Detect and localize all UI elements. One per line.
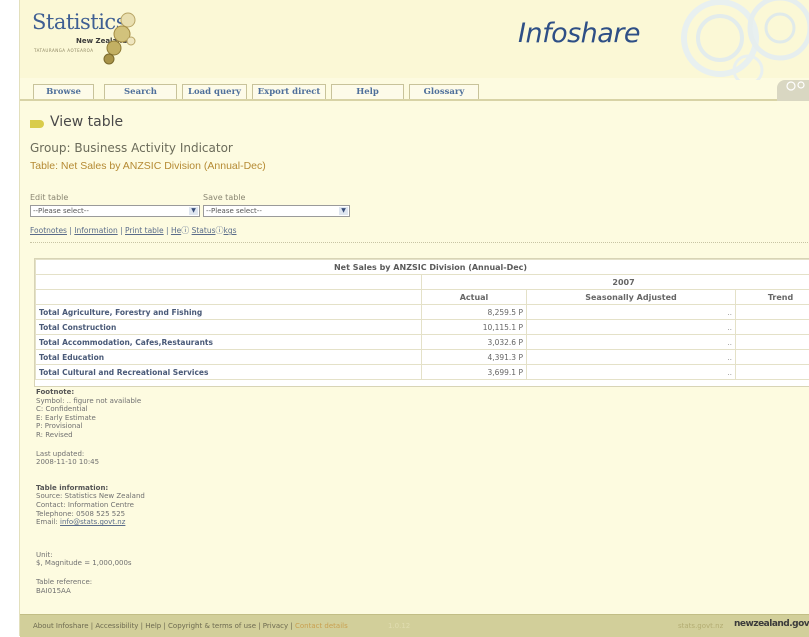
nav-corner-decoration: [777, 80, 809, 101]
heading-marker-icon: [30, 120, 44, 128]
email-label: Email:: [36, 518, 60, 526]
main-nav: Browse Search Load query Export direct H…: [20, 78, 809, 100]
footnote-line: P: Provisional: [36, 422, 145, 431]
footer: About Infoshare | Accessibility | Help |…: [20, 614, 809, 637]
table-info-heading: Table information:: [36, 484, 145, 493]
cell-actual: 10,115.1 P: [422, 320, 527, 335]
nav-glossary-button[interactable]: Glossary: [409, 84, 479, 100]
edit-table-label: Edit table: [30, 193, 68, 202]
row-label: Total Education: [36, 350, 422, 365]
footnote-line: R: Revised: [36, 431, 145, 440]
blank-corner-cell: [36, 275, 422, 290]
contact-details-link[interactable]: Contact details: [295, 622, 348, 630]
cell-actual: 4,391.3 P: [422, 350, 527, 365]
cell-actual: 3,699.1 P: [422, 365, 527, 380]
group-title: Group: Business Activity Indicator: [30, 141, 233, 155]
table-info-line: Telephone: 0508 525 525: [36, 510, 145, 519]
information-link[interactable]: Information: [74, 226, 117, 235]
status-circle-icon: ⓘ: [216, 226, 224, 235]
cell-trend: ..: [736, 350, 809, 365]
footnote-line: C: Confidential: [36, 405, 145, 414]
footer-link-list[interactable]: About Infoshare | Accessibility | Help |…: [33, 622, 295, 630]
table-info-line: Source: Statistics New Zealand: [36, 492, 145, 501]
save-table-select[interactable]: --Please select-- ▼: [203, 205, 350, 217]
save-table-label: Save table: [203, 193, 245, 202]
nav-underline: [20, 99, 780, 101]
save-table-value: --Please select--: [206, 207, 262, 215]
cell-seasonally-adjusted: ..: [527, 350, 736, 365]
corner-swirl-icon: [777, 80, 809, 101]
status-link[interactable]: Status: [192, 226, 216, 235]
status-link-tail[interactable]: kgs: [224, 226, 237, 235]
table-reference-label: Table reference:: [36, 578, 145, 587]
nav-load-query-button[interactable]: Load query: [182, 84, 247, 100]
last-updated-value: 2008-11-10 10:45: [36, 458, 145, 467]
help-circle-icon: ⓘ: [181, 226, 189, 235]
header-decoration-icon: [660, 0, 809, 80]
row-label: Total Construction: [36, 320, 422, 335]
unit-value: $, Magnitude = 1,000,000s: [36, 559, 145, 568]
last-updated-label: Last updated:: [36, 450, 145, 459]
cell-seasonally-adjusted: ..: [527, 320, 736, 335]
table-row: Total Accommodation, Cafes,Restaurants 3…: [36, 335, 809, 350]
chevron-down-icon: ▼: [189, 207, 198, 215]
cell-trend: ..: [736, 335, 809, 350]
help-link[interactable]: He: [171, 226, 181, 235]
footnotes-link[interactable]: Footnotes: [30, 226, 67, 235]
nav-search-button[interactable]: Search: [104, 84, 177, 100]
cell-seasonally-adjusted: ..: [527, 335, 736, 350]
table-reference-value: BAI015AA: [36, 587, 145, 596]
email-link[interactable]: info@stats.govt.nz: [60, 518, 125, 526]
table-info-line: Contact: Information Centre: [36, 501, 145, 510]
page-title: View table: [50, 114, 123, 130]
table-row: Total Education 4,391.3 P .. ..: [36, 350, 809, 365]
cell-trend: ..: [736, 305, 809, 320]
nav-export-direct-button[interactable]: Export direct: [252, 84, 326, 100]
footer-links: About Infoshare | Accessibility | Help |…: [33, 622, 348, 630]
row-label: Total Cultural and Recreational Services: [36, 365, 422, 380]
nav-help-button[interactable]: Help: [331, 84, 404, 100]
cell-actual: 8,259.5 P: [422, 305, 527, 320]
table-title: Table: Net Sales by ANZSIC Division (Ann…: [30, 160, 266, 172]
col-header-actual: Actual: [422, 290, 527, 305]
newzealand-govt-logo[interactable]: newzealand.govt.nz: [734, 619, 809, 629]
edit-table-value: --Please select--: [33, 207, 89, 215]
blank-header-cell: [36, 290, 422, 305]
table-row: Total Construction 10,115.1 P .. ..: [36, 320, 809, 335]
data-table: Net Sales by ANZSIC Division (Annual-Dec…: [35, 259, 809, 380]
table-row: Total Cultural and Recreational Services…: [36, 365, 809, 380]
cell-seasonally-adjusted: ..: [527, 365, 736, 380]
stats-nz-logo[interactable]: Statistics New Zealand TATAURANGA AOTEAR…: [32, 10, 126, 34]
footnote-heading: Footnote:: [36, 388, 145, 397]
page-frame: Statistics New Zealand TATAURANGA AOTEAR…: [19, 0, 809, 636]
cell-trend: ..: [736, 320, 809, 335]
print-table-link[interactable]: Print table: [125, 226, 164, 235]
col-header-seasonally-adjusted: Seasonally Adjusted: [527, 290, 736, 305]
col-header-trend: Trend: [736, 290, 809, 305]
cell-actual: 3,032.6 P: [422, 335, 527, 350]
chevron-down-icon: ▼: [339, 207, 348, 215]
row-label: Total Accommodation, Cafes,Restaurants: [36, 335, 422, 350]
footnote-block: Footnote: Symbol: .. figure not availabl…: [36, 388, 145, 595]
logo-emblem-icon: [100, 10, 140, 66]
version-text: 1.0.12: [388, 622, 410, 630]
edit-table-select[interactable]: --Please select-- ▼: [30, 205, 200, 217]
nav-browse-button[interactable]: Browse: [33, 84, 94, 100]
cell-seasonally-adjusted: ..: [527, 305, 736, 320]
data-table-box: Net Sales by ANZSIC Division (Annual-Dec…: [34, 258, 809, 387]
infoshare-title: Infoshare: [518, 18, 640, 49]
table-caption: Net Sales by ANZSIC Division (Annual-Dec…: [36, 260, 809, 275]
logo-maori-text: TATAURANGA AOTEAROA: [34, 48, 93, 53]
table-links: Footnotes | Information | Print table | …: [30, 225, 237, 236]
unit-label: Unit:: [36, 551, 145, 560]
cell-trend: ..: [736, 365, 809, 380]
table-row: Total Agriculture, Forestry and Fishing …: [36, 305, 809, 320]
row-label: Total Agriculture, Forestry and Fishing: [36, 305, 422, 320]
year-header: 2007: [422, 275, 809, 290]
dotted-divider: [30, 242, 809, 243]
stats-govt-link[interactable]: stats.govt.nz: [678, 622, 723, 630]
footnote-line: Symbol: .. figure not available: [36, 397, 145, 406]
footnote-line: E: Early Estimate: [36, 414, 145, 423]
